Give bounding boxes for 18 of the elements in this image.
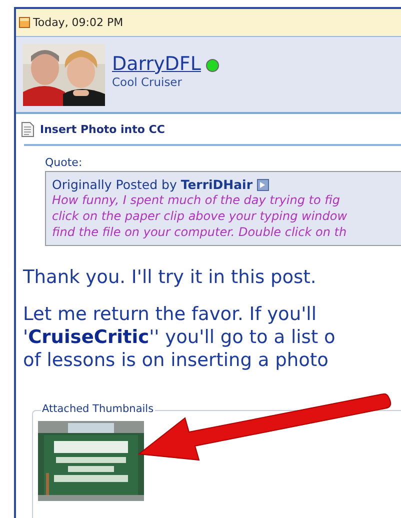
message-text: of lessons is on inserting a photo <box>23 349 330 372</box>
attachments-legend: Attached Thumbnails <box>41 403 155 415</box>
message-text: Let me return the favor. If you'll <box>23 303 318 326</box>
post-date: Today, 09:02 PM <box>33 16 124 29</box>
message-text: Thank you. I'll try it in this post. <box>23 266 318 289</box>
quote-author: TerriDHair <box>180 177 253 192</box>
post-title: Insert Photo into CC <box>40 122 165 136</box>
quote-text: How funny, I spent much of the day trying to fig <box>52 192 341 208</box>
user-rank: Cool Cruiser <box>112 75 183 89</box>
message-text: 'CruiseCritic'' you'll go to a list o <box>23 326 336 349</box>
document-icon <box>19 17 30 28</box>
quote-text: find the file on your computer. Double click on th <box>52 224 348 240</box>
document-icon <box>21 122 34 136</box>
username-link[interactable]: DarryDFL <box>112 53 201 75</box>
quote-attribution: Originally Posted by <box>52 177 178 192</box>
quote-text: click on the paper clip above your typing window <box>52 208 348 224</box>
view-post-icon[interactable] <box>256 178 269 190</box>
quote-label: Quote: <box>45 156 84 169</box>
